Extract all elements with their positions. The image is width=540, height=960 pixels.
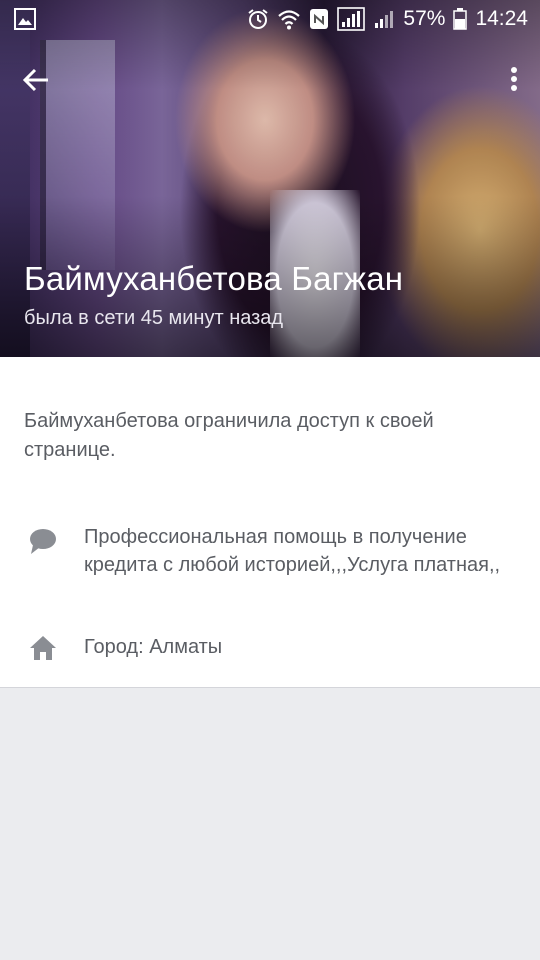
restricted-access-notice: Баймуханбетова ограничила доступ к своей… xyxy=(24,410,434,461)
battery-percent: 57% xyxy=(403,7,446,30)
profile-description: Профессиональная помощь в получение кред… xyxy=(84,526,501,576)
gallery-icon xyxy=(14,8,36,30)
profile-name: Баймуханбетова Багжан xyxy=(24,260,404,297)
profile-city: Город: Алматы xyxy=(84,636,223,658)
status-bar: 57% 14:24 xyxy=(0,0,540,38)
signal-sim1-icon xyxy=(337,7,366,31)
back-button[interactable] xyxy=(18,60,58,100)
arrow-left-icon xyxy=(18,68,58,104)
more-vertical-icon xyxy=(504,67,524,104)
home-icon xyxy=(28,633,58,663)
signal-sim2-icon xyxy=(373,8,395,30)
profile-screen: 57% 14:24 Баймуханбетова Багжан была в с… xyxy=(0,0,540,960)
alarm-icon xyxy=(247,8,269,30)
nfc-icon xyxy=(309,8,329,30)
clock: 14:24 xyxy=(475,7,528,30)
comment-icon xyxy=(28,527,58,557)
app-bar xyxy=(0,52,540,108)
last-seen-status: была в сети 45 минут назад xyxy=(24,307,284,329)
wifi-icon xyxy=(277,8,301,30)
profile-info-card: Баймуханбетова ограничила доступ к своей… xyxy=(0,357,540,688)
more-options-button[interactable] xyxy=(504,60,524,100)
battery-icon xyxy=(453,8,468,30)
